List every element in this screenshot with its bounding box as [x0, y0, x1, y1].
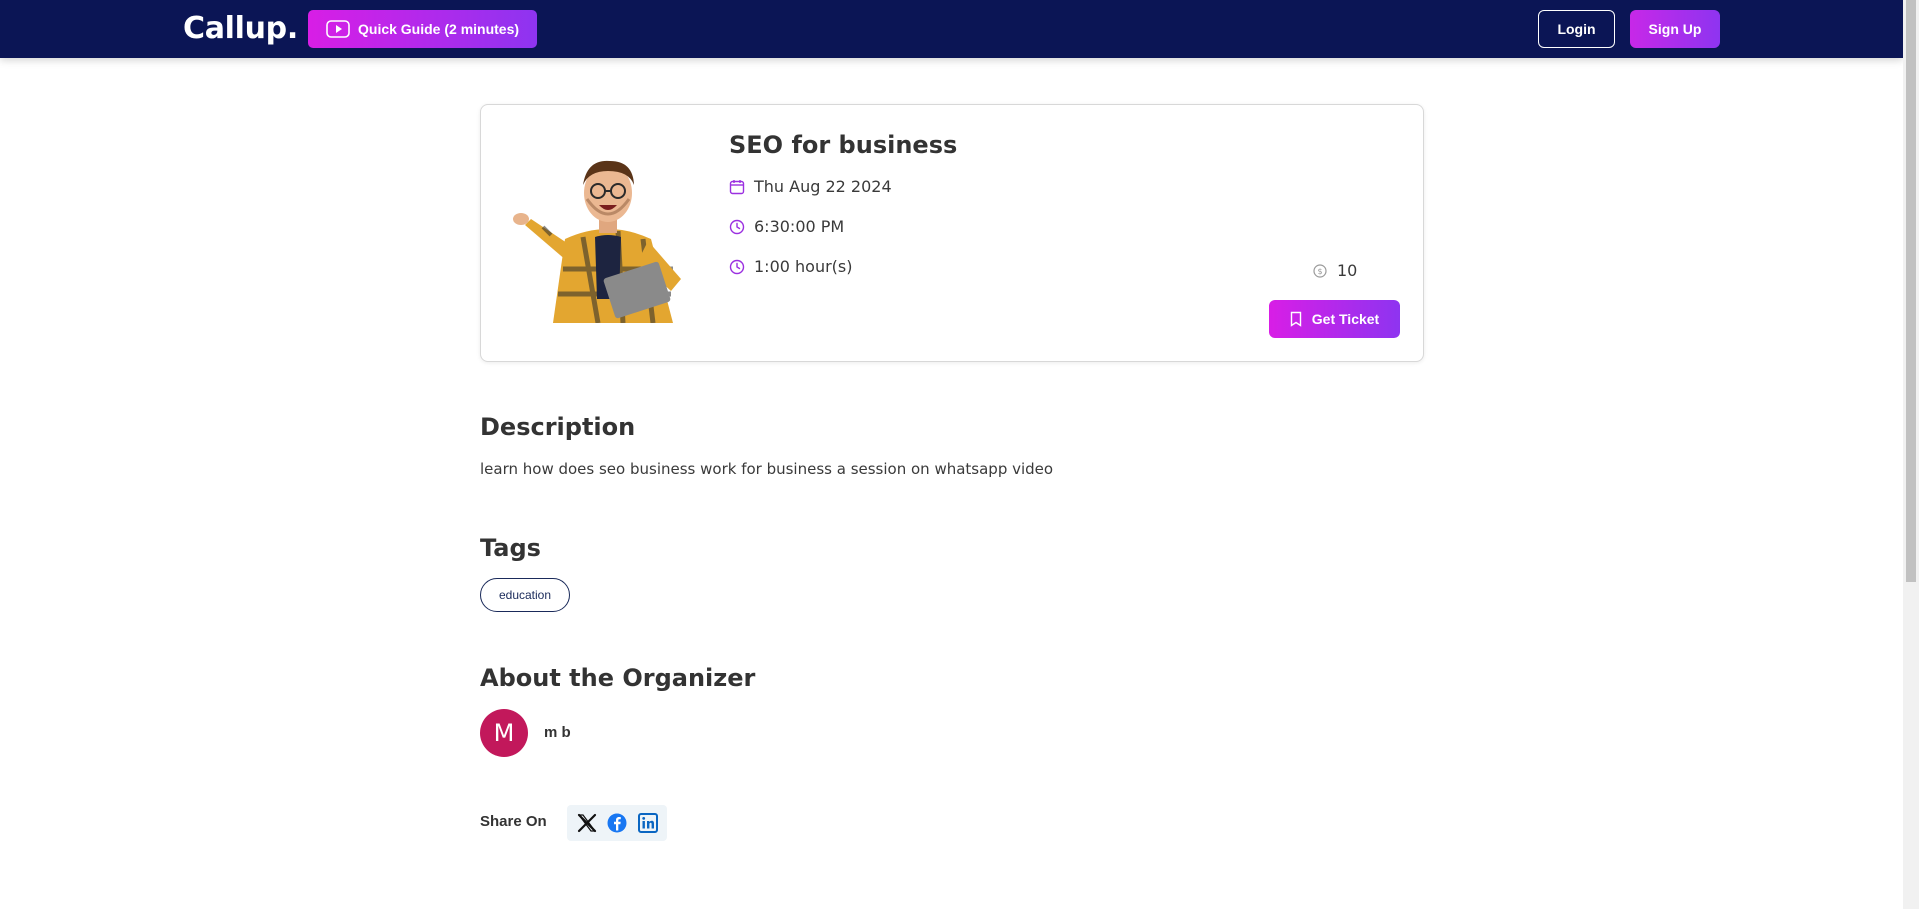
get-ticket-label: Get Ticket — [1311, 311, 1380, 327]
organizer-avatar[interactable]: M — [480, 709, 528, 757]
event-time-row: 6:30:00 PM — [729, 217, 844, 236]
quick-guide-button[interactable]: Quick Guide (2 minutes) — [308, 10, 537, 48]
dollar-icon: $ — [1313, 263, 1327, 278]
svg-text:$: $ — [1317, 267, 1322, 276]
share-buttons — [567, 805, 667, 841]
clock-icon — [729, 219, 745, 235]
brand-logo[interactable]: Callup. — [183, 11, 298, 46]
description-heading: Description — [480, 413, 636, 441]
event-duration: 1:00 hour(s) — [754, 257, 853, 276]
play-icon — [326, 20, 350, 38]
share-label: Share On — [480, 813, 547, 830]
event-duration-row: 1:00 hour(s) — [729, 257, 852, 276]
description-text: learn how does seo business work for bus… — [480, 460, 1054, 478]
event-card: SEO for business Thu Aug 22 2024 6:30:00… — [480, 104, 1424, 362]
event-price-value: 10 — [1337, 261, 1358, 280]
event-title: SEO for business — [729, 131, 958, 159]
scrollbar-thumb[interactable] — [1906, 0, 1916, 582]
quick-guide-label: Quick Guide (2 minutes) — [358, 21, 520, 37]
clock-icon — [729, 259, 745, 275]
login-button[interactable]: Login — [1538, 10, 1615, 48]
ticket-icon — [1290, 311, 1302, 327]
tag-chip-education[interactable]: education — [480, 578, 570, 612]
page-scrollbar[interactable] — [1903, 0, 1919, 909]
organizer-heading: About the Organizer — [480, 664, 756, 692]
organizer-name[interactable]: m b — [544, 724, 571, 741]
linkedin-icon[interactable] — [637, 812, 659, 834]
event-time: 6:30:00 PM — [754, 217, 845, 236]
x-icon[interactable] — [576, 812, 598, 834]
event-price: $ 10 — [1313, 261, 1357, 280]
facebook-icon[interactable] — [606, 812, 628, 834]
tags-heading: Tags — [480, 534, 541, 562]
get-ticket-button[interactable]: Get Ticket — [1269, 300, 1400, 338]
top-navbar: Callup. Quick Guide (2 minutes) Login Si… — [0, 0, 1903, 58]
event-date-row: Thu Aug 22 2024 — [729, 177, 892, 196]
calendar-icon — [729, 179, 745, 195]
event-date: Thu Aug 22 2024 — [754, 177, 892, 196]
event-image — [503, 149, 713, 324]
signup-button[interactable]: Sign Up — [1630, 10, 1720, 48]
